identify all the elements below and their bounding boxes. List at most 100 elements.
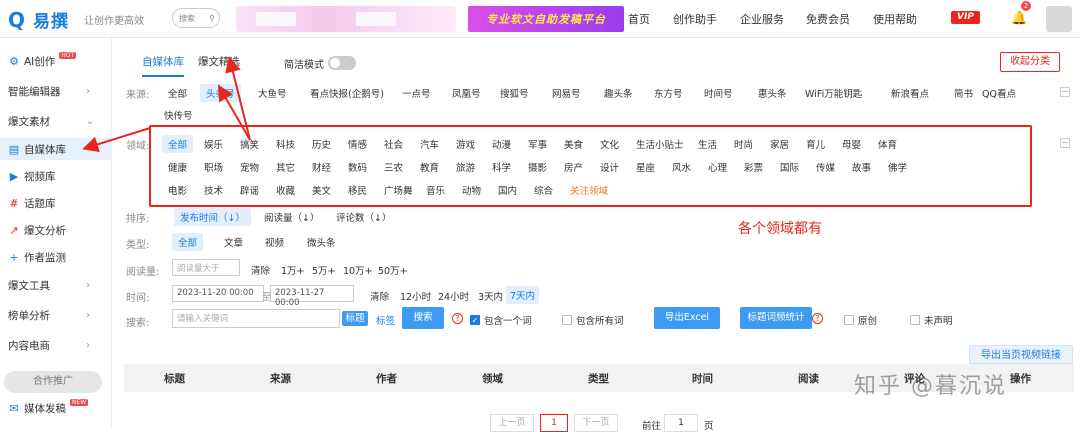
source-item[interactable]: 东方号 bbox=[654, 86, 683, 100]
source-item[interactable]: 新浪看点 bbox=[891, 86, 929, 100]
contains-all-checkbox[interactable]: 包含所有词 bbox=[562, 313, 624, 327]
original-checkbox[interactable]: 原创 bbox=[844, 313, 877, 327]
next-page-button[interactable]: 下一页 bbox=[574, 414, 618, 432]
type-article[interactable]: 文章 bbox=[224, 235, 243, 249]
nav-home[interactable]: 首页 bbox=[628, 11, 650, 27]
source-item[interactable]: 时间号 bbox=[704, 86, 733, 100]
source-item[interactable]: 凤凰号 bbox=[452, 86, 481, 100]
export-excel-button[interactable]: 导出Excel bbox=[654, 307, 720, 329]
source-item[interactable]: 网易号 bbox=[552, 86, 581, 100]
column-title: 标题 bbox=[164, 372, 185, 385]
sidebar-item-video[interactable]: ▶ 视频库 bbox=[8, 169, 56, 184]
search-mode-tag[interactable]: 标签 bbox=[376, 313, 395, 327]
sidebar-item-editor[interactable]: 智能编辑器 › bbox=[8, 84, 90, 99]
read-min-input[interactable]: 阅读量大于 bbox=[172, 259, 240, 276]
sidebar-item-tools[interactable]: 爆文工具 › bbox=[8, 278, 90, 293]
sidebar-item-media-library[interactable]: ▤ 自媒体库 bbox=[0, 138, 111, 160]
nav-help[interactable]: 使用帮助 bbox=[873, 11, 917, 27]
nav-enterprise[interactable]: 企业服务 bbox=[740, 11, 784, 27]
source-item[interactable]: WiFi万能钥匙 bbox=[805, 86, 862, 100]
time-start-input[interactable]: 2023-11-20 00:00 bbox=[172, 285, 264, 302]
keyword-input[interactable]: 请输入关键词 bbox=[172, 309, 340, 328]
bell-icon[interactable]: 🔔 bbox=[1011, 11, 1027, 26]
nav-creation[interactable]: 创作助手 bbox=[673, 11, 717, 27]
sort-publish-time[interactable]: 发布时间（↓） bbox=[174, 208, 251, 226]
contains-all-label: 包含所有词 bbox=[576, 316, 624, 327]
expand-fields-icon[interactable]: − bbox=[1060, 138, 1070, 148]
tab-media-library[interactable]: 自媒体库 bbox=[142, 54, 184, 77]
promo-banner[interactable]: 专业软文自助发稿平台 bbox=[468, 6, 624, 32]
sidebar-item-ranking[interactable]: 榜单分析 › bbox=[8, 308, 90, 323]
collapse-categories-button[interactable]: 收起分类 bbox=[1000, 52, 1060, 72]
type-video[interactable]: 视频 bbox=[265, 235, 284, 249]
sort-comment[interactable]: 评论数（↓） bbox=[336, 210, 391, 224]
column-author: 作者 bbox=[376, 372, 397, 385]
tab-hot-picks[interactable]: 爆文精选 bbox=[198, 54, 240, 77]
undeclared-checkbox[interactable]: 未声明 bbox=[910, 313, 953, 327]
source-item[interactable]: 简书 bbox=[954, 86, 973, 100]
source-item[interactable]: 趣头条 bbox=[604, 86, 633, 100]
sidebar: ⚙ AI创作 HOT 智能编辑器 › 爆文素材 ⌄ ▤ 自媒体库 ▶ 视频库 #… bbox=[0, 38, 112, 428]
coop-button[interactable]: 合作推广 bbox=[4, 371, 102, 393]
prev-page-button[interactable]: 上一页 bbox=[490, 414, 534, 432]
sidebar-item-material[interactable]: 爆文素材 ⌄ bbox=[8, 114, 94, 129]
search-mode-title[interactable]: 标题 bbox=[342, 311, 368, 326]
sidebar-item-author[interactable]: + 作者监测 bbox=[8, 250, 66, 265]
time-12h[interactable]: 12小时 bbox=[400, 289, 431, 303]
time-7d[interactable]: 7天内 bbox=[506, 286, 540, 304]
read-clear[interactable]: 清除 bbox=[251, 263, 270, 277]
header-search[interactable]: 搜索 ⚲ bbox=[172, 8, 220, 28]
header-search-placeholder: 搜索 bbox=[179, 13, 195, 23]
source-item[interactable]: 大鱼号 bbox=[258, 86, 287, 100]
help-icon[interactable]: ? bbox=[812, 313, 823, 324]
sidebar-item-label: 内容电商 bbox=[8, 340, 50, 352]
read-10k[interactable]: 1万+ bbox=[281, 263, 305, 277]
video-icon: ▶ bbox=[9, 170, 19, 183]
page-1-button[interactable]: 1 bbox=[540, 414, 568, 432]
time-end-input[interactable]: 2023-11-27 00:00 bbox=[270, 285, 354, 308]
sidebar-item-analysis[interactable]: ↗ 爆文分析 bbox=[8, 223, 66, 238]
export-video-links-button[interactable]: 导出当页视频链接 bbox=[969, 345, 1073, 364]
logo-icon: Q bbox=[8, 7, 26, 32]
title-stats-button[interactable]: 标题词频统计 bbox=[740, 307, 812, 329]
checkbox-box bbox=[562, 315, 572, 325]
expand-sources-icon[interactable]: − bbox=[1060, 87, 1070, 97]
sidebar-item-label: 媒体发稿 bbox=[24, 403, 66, 415]
logo[interactable]: Q 易撰 bbox=[8, 7, 69, 33]
source-item[interactable]: 看点快报(企鹅号) bbox=[310, 86, 384, 100]
source-item[interactable]: 一点号 bbox=[402, 86, 431, 100]
search-icon: ⚲ bbox=[209, 13, 215, 23]
top-bar: Q 易撰 让创作更高效 搜索 ⚲ 专业软文自助发稿平台 首页 创作助手 企业服务… bbox=[0, 0, 1080, 38]
time-24h[interactable]: 24小时 bbox=[438, 289, 469, 303]
help-icon[interactable]: ? bbox=[452, 313, 463, 324]
source-item[interactable]: 搜狐号 bbox=[500, 86, 529, 100]
time-3d[interactable]: 3天内 bbox=[478, 289, 503, 303]
source-item[interactable]: 全部 bbox=[168, 86, 187, 100]
type-all[interactable]: 全部 bbox=[172, 233, 204, 251]
search-button[interactable]: 搜索 bbox=[402, 307, 444, 329]
contains-one-checkbox[interactable]: ✓ 包含一个词 bbox=[470, 313, 532, 327]
nav-free-member[interactable]: 免费会员 bbox=[806, 11, 850, 27]
source-item[interactable]: QQ看点 bbox=[982, 86, 1016, 100]
sidebar-item-topic[interactable]: # 话题库 bbox=[8, 196, 55, 211]
source-item[interactable]: 惠头条 bbox=[758, 86, 787, 100]
sidebar-item-ai[interactable]: ⚙ AI创作 HOT bbox=[8, 52, 77, 69]
avatar[interactable] bbox=[1046, 6, 1072, 32]
simple-mode-toggle[interactable] bbox=[328, 56, 356, 70]
page-unit: 页 bbox=[704, 421, 714, 432]
time-clear[interactable]: 清除 bbox=[370, 289, 389, 303]
check-icon: ✓ bbox=[470, 315, 480, 325]
sort-read[interactable]: 阅读量（↓） bbox=[264, 210, 319, 224]
annotation-text: 各个领域都有 bbox=[738, 221, 822, 237]
goto-page-input[interactable]: 1 bbox=[664, 414, 698, 432]
sidebar-item-ecommerce[interactable]: 内容电商 › bbox=[8, 338, 90, 353]
sidebar-item-media-publish[interactable]: ✉ 媒体发稿 NEW bbox=[8, 399, 89, 416]
source-item[interactable]: 头条号 bbox=[200, 84, 241, 102]
read-50k[interactable]: 5万+ bbox=[312, 263, 336, 277]
read-100k[interactable]: 10万+ bbox=[343, 263, 373, 277]
source-item[interactable]: 快传号 bbox=[164, 108, 193, 122]
read-500k[interactable]: 50万+ bbox=[378, 263, 408, 277]
sidebar-item-label: 作者监测 bbox=[24, 252, 66, 264]
type-micro[interactable]: 微头条 bbox=[307, 235, 336, 249]
vip-button[interactable]: VIP bbox=[951, 11, 980, 24]
